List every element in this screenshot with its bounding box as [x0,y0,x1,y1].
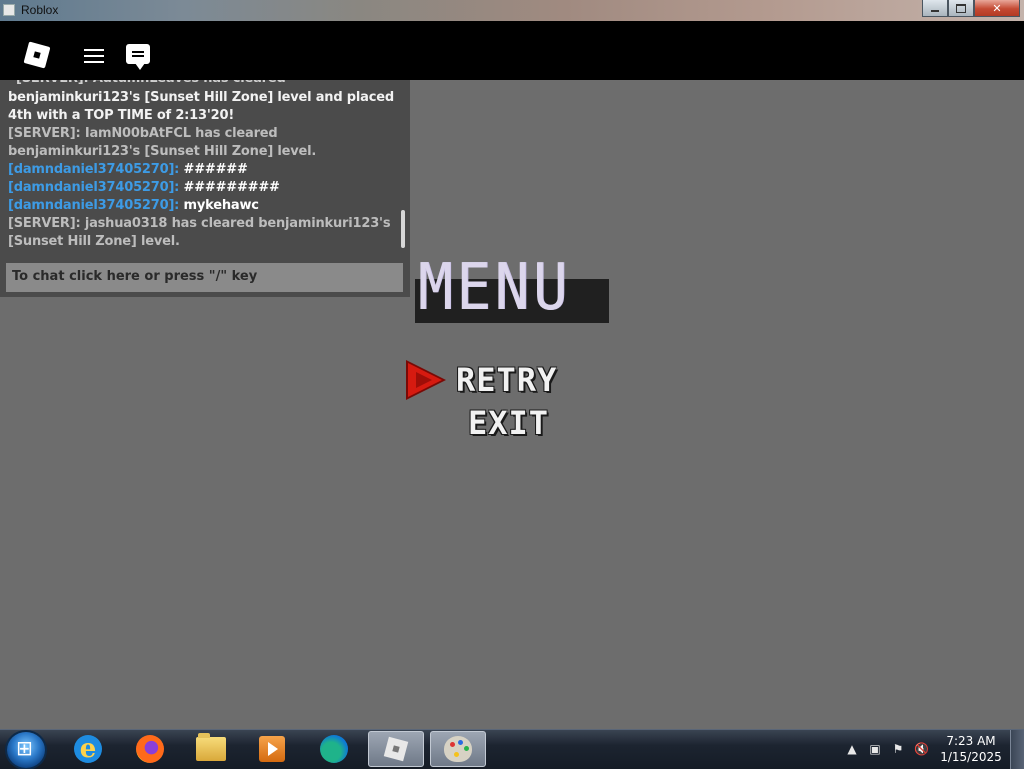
maximize-button[interactable] [948,0,974,17]
clock-date: 1/15/2025 [940,750,1002,764]
taskbar-firefox[interactable] [122,731,178,767]
hamburger-menu-icon[interactable] [84,48,104,64]
menu-cursor-arrow-icon [406,360,446,400]
chat-message: [SERVER]: jashua0318 has cleared benjami… [8,216,391,249]
chat-message: [damndaniel37405270]: mykehawc [8,198,259,213]
show-desktop-button[interactable] [1010,730,1024,769]
show-hidden-icons-icon[interactable]: ▲ [845,742,859,756]
roblox-icon [383,736,409,762]
chat-input[interactable]: To chat click here or press "/" key [6,263,403,292]
taskbar-edge[interactable] [306,731,362,767]
taskbar-internet-explorer[interactable]: e [60,731,116,767]
roblox-app-icon [3,4,15,16]
close-button[interactable]: ✕ [974,0,1020,17]
internet-explorer-icon: e [74,734,102,764]
firefox-icon [136,735,164,763]
chat-username[interactable]: [damndaniel37405270]: [8,198,179,213]
file-explorer-icon [196,733,226,761]
menu-item-retry[interactable]: RETRY [456,361,557,399]
taskbar-paint[interactable] [430,731,486,767]
window-titlebar: Roblox ✕ [0,0,1024,22]
network-icon[interactable]: ▣ [868,742,882,756]
paint-icon [444,736,472,762]
chat-bubble-icon[interactable] [126,44,150,70]
chat-log[interactable]: [SERVER]: AutumnLeaves has cleared benja… [8,80,398,252]
clock-time: 7:23 AM [946,734,996,748]
taskbar-media-player[interactable] [244,731,300,767]
chat-cut-message: [SERVER]: AutumnLeaves has cleared [16,80,286,88]
chat-message: [damndaniel37405270]: ###### [8,162,248,177]
chat-message: [SERVER]: IamN00bAtFCL has cleared benja… [8,126,317,159]
minimize-button[interactable] [922,0,948,17]
media-player-icon [259,736,285,762]
taskbar-roblox[interactable] [368,731,424,767]
taskbar-file-explorer[interactable] [183,731,239,767]
edge-icon [320,735,348,763]
action-center-flag-icon[interactable]: ⚑ [891,742,905,756]
window-title: Roblox [21,3,59,17]
taskbar: e ▲ ▣ ⚑ 🔇 7:23 AM 1/15/2025 [0,729,1024,769]
start-button[interactable] [7,732,45,768]
window-controls: ✕ [922,0,1020,18]
roblox-topbar [0,21,1024,80]
menu-item-exit[interactable]: EXIT [468,404,549,442]
menu-title: MENU [418,251,572,325]
system-clock[interactable]: 7:23 AM 1/15/2025 [936,733,1006,765]
volume-muted-icon[interactable]: 🔇 [914,742,929,756]
chat-username[interactable]: [damndaniel37405270]: [8,162,179,177]
chat-message: benjaminkuri123's [Sunset Hill Zone] lev… [8,90,394,123]
chat-message: [damndaniel37405270]: ######### [8,180,280,195]
chat-username[interactable]: [damndaniel37405270]: [8,180,179,195]
chat-scrollbar[interactable] [401,210,405,248]
